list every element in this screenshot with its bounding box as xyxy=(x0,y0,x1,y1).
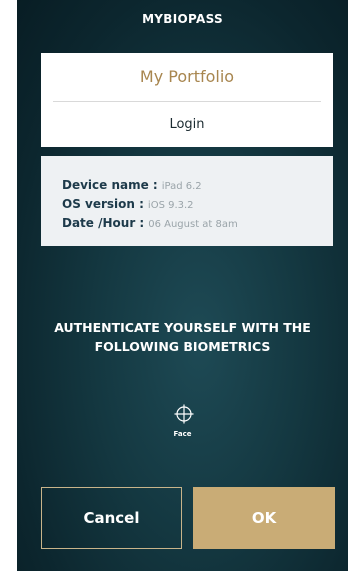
os-version-row: OS version : iOS 9.3.2 xyxy=(62,197,194,211)
portfolio-card: My Portfolio Login xyxy=(41,53,333,147)
auth-line-1: AUTHENTICATE YOURSELF WITH THE xyxy=(54,320,311,335)
ok-button[interactable]: OK xyxy=(193,487,335,549)
crosshair-icon[interactable] xyxy=(174,404,194,424)
device-info-card: Device name : iPad 6.2 OS version : iOS 9.… xyxy=(41,156,333,246)
auth-instructions: AUTHENTICATE YOURSELF WITH THE FOLLOWING… xyxy=(17,318,348,356)
auth-line-2: FOLLOWING BIOMETRICS xyxy=(94,339,271,354)
portfolio-title: My Portfolio xyxy=(139,67,235,86)
os-version-label: OS version : xyxy=(62,197,144,211)
device-name-value: iPad 6.2 xyxy=(161,181,202,192)
divider xyxy=(53,101,321,102)
device-name-row: Device name : iPad 6.2 xyxy=(62,178,202,192)
cancel-button[interactable]: Cancel xyxy=(41,487,182,549)
app-screen: MYBIOPASS My Portfolio Login Device name… xyxy=(17,0,348,571)
login-link[interactable]: Login xyxy=(41,117,333,132)
app-title: MYBIOPASS xyxy=(142,12,223,26)
date-hour-row: Date /Hour :06 August at 8am xyxy=(62,216,238,230)
date-hour-value: 06 August at 8am xyxy=(148,219,238,230)
os-version-value: iOS 9.3.2 xyxy=(147,200,194,211)
date-hour-label: Date /Hour : xyxy=(62,216,145,230)
device-name-label: Device name : xyxy=(62,178,158,192)
face-label: Face xyxy=(173,430,192,438)
